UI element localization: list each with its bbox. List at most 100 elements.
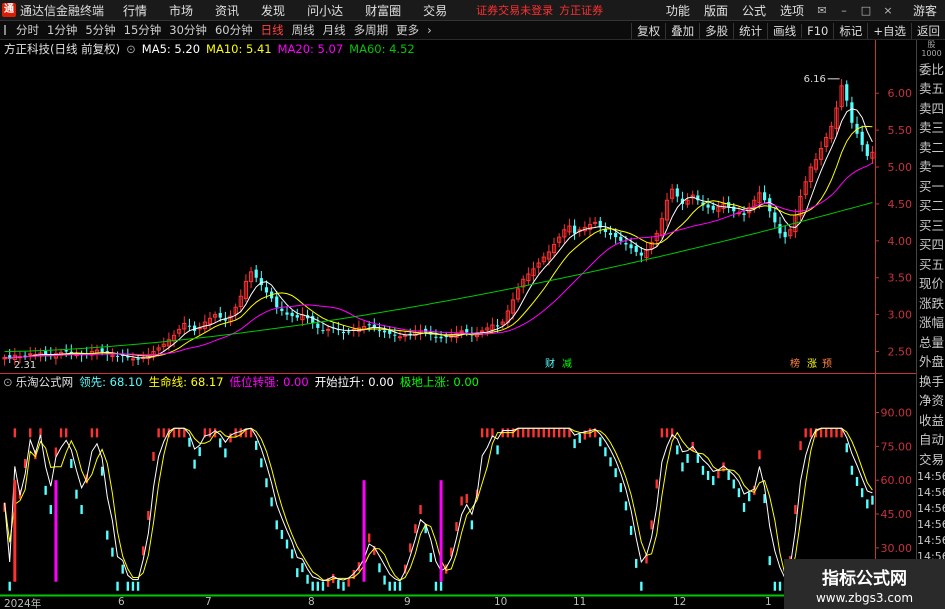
panel-item[interactable]: 现价 — [917, 274, 945, 294]
kline-chart[interactable]: 6.00 5.50 5.00 4.50 4.00 3.50 3.00 2.50 90.00 75.… — [0, 40, 916, 609]
period-60min[interactable]: 60分钟 — [211, 22, 257, 38]
candle-body — [639, 252, 643, 256]
stock-name[interactable]: 方正科技(日线 前复权) — [4, 41, 120, 57]
candle-body — [290, 312, 294, 317]
panel-item[interactable]: 卖二 — [917, 138, 945, 158]
y-tick-label: 3.00 — [888, 309, 913, 322]
guest-user[interactable]: 游客 — [913, 2, 937, 19]
x-label: 10 — [494, 596, 508, 608]
watermark-title: 指标公式网 — [822, 569, 907, 589]
candle-body — [778, 224, 782, 234]
settings-icon[interactable]: ⊙ — [126, 42, 136, 56]
tool-multi-stock[interactable]: 多股 — [699, 22, 733, 39]
settings-icon[interactable]: ⊙ — [3, 375, 13, 389]
tool-stats[interactable]: 统计 — [733, 22, 767, 39]
event-marker: 财 — [545, 357, 555, 370]
period-more[interactable]: 更多 — [392, 22, 423, 38]
tool-add-watchlist[interactable]: +自选 — [867, 22, 911, 39]
tool-f10[interactable]: F10 — [801, 23, 833, 38]
panel-item[interactable]: 卖五 — [917, 79, 945, 99]
panel-item[interactable]: 外盘 — [917, 352, 945, 372]
panel-item[interactable]: 买二 — [917, 196, 945, 216]
panel-time: 14:56 — [917, 486, 945, 499]
tool-adjust[interactable]: 复权 — [631, 22, 665, 39]
low-price-label: 2.31 — [14, 360, 36, 371]
tool-draw[interactable]: 画线 — [767, 22, 801, 39]
menu-news[interactable]: 资讯 — [204, 2, 250, 19]
minimize-icon[interactable]: – — [836, 4, 852, 18]
period-1min[interactable]: 1分钟 — [43, 22, 81, 38]
panel-time: 14:56 — [917, 502, 945, 515]
candle-body — [367, 324, 371, 326]
x-label: 9 — [404, 596, 411, 608]
panel-item[interactable]: 卖四 — [917, 99, 945, 119]
period-multi[interactable]: 多周期 — [350, 22, 393, 38]
panel-item[interactable]: 买四 — [917, 235, 945, 255]
close-icon[interactable]: × — [880, 4, 896, 18]
menu-function[interactable]: 功能 — [659, 2, 697, 19]
panel-item[interactable]: 买五 — [917, 255, 945, 275]
tool-overlay[interactable]: 叠加 — [665, 22, 699, 39]
tool-back[interactable]: 返回 — [911, 22, 945, 39]
candle-body — [64, 350, 68, 352]
period-daily[interactable]: 日线 — [257, 22, 288, 38]
panel-item[interactable]: 换手 — [917, 372, 945, 392]
panel-item[interactable]: 涨幅 — [917, 313, 945, 333]
period-toolbar: 分时 1分钟 5分钟 15分钟 30分钟 60分钟 日线 周线 月线 多周期 更… — [0, 21, 945, 40]
candle-body — [762, 192, 767, 201]
panel-item[interactable]: 总量 — [917, 333, 945, 353]
period-5min[interactable]: 5分钟 — [81, 22, 119, 38]
candle-body — [316, 323, 320, 328]
menu-layout[interactable]: 版面 — [697, 2, 735, 19]
panel-item[interactable]: 交易 — [917, 450, 945, 470]
event-marker: 预 — [822, 358, 832, 370]
panel-item[interactable]: 卖一 — [917, 157, 945, 177]
signal-bar — [13, 480, 17, 582]
panel-item[interactable]: 买三 — [917, 216, 945, 236]
panel-item[interactable]: 净资 — [917, 391, 945, 411]
trade-login-notice[interactable]: 证券交易未登录 — [476, 2, 553, 18]
app-logo-icon: 通 — [2, 3, 16, 17]
panel-item[interactable]: 收益 — [917, 411, 945, 431]
candle-body — [321, 330, 325, 332]
candle-body — [403, 334, 408, 337]
candle-body — [136, 358, 140, 360]
period-15min[interactable]: 15分钟 — [120, 22, 166, 38]
menu-discover[interactable]: 发现 — [250, 2, 296, 19]
candle-body — [624, 243, 628, 245]
panel-item[interactable]: 卖三 — [917, 118, 945, 138]
maximize-icon[interactable]: □ — [858, 4, 874, 18]
panel-item[interactable]: 买一 — [917, 177, 945, 197]
low-turn-value: 低位转强: 0.00 — [229, 374, 309, 389]
envelope-icon[interactable]: ✉ — [814, 4, 830, 18]
tool-mark[interactable]: 标记 — [833, 22, 867, 39]
candle-body — [434, 336, 438, 338]
panel-item[interactable]: 自动 — [917, 430, 945, 450]
broker-name[interactable]: 方正证券 — [559, 2, 603, 18]
panel-time: 14:56 — [917, 518, 945, 531]
right-info-panel: 股 1000 委比 卖五 卖四 卖三 卖二 卖一 买一 买二 买三 买四 买五 现价 涨跌 涨幅 总量 外盘换… — [916, 40, 945, 609]
event-marker: 涨 — [807, 358, 817, 370]
chart-tools: 复权 叠加 多股 统计 画线 F10 标记 +自选 返回 — [631, 21, 945, 40]
menu-quotes[interactable]: 行情 — [112, 2, 158, 19]
period-30min[interactable]: 30分钟 — [165, 22, 211, 38]
sub-indicator-name[interactable]: 乐淘公式网 — [16, 374, 74, 390]
candle-body — [850, 102, 854, 123]
period-weekly[interactable]: 周线 — [288, 22, 319, 38]
panel-time: 14:56 — [917, 534, 945, 547]
panel-item[interactable]: 涨跌 — [917, 294, 945, 314]
menu-formula[interactable]: 公式 — [735, 2, 773, 19]
sub-y-tick-label: 45.00 — [881, 508, 913, 521]
candle-body — [706, 204, 710, 208]
menu-wealth[interactable]: 财富圈 — [354, 2, 412, 19]
menu-trade[interactable]: 交易 — [412, 2, 458, 19]
menu-market[interactable]: 市场 — [158, 2, 204, 19]
x-label: 8 — [308, 596, 315, 608]
panel-item[interactable]: 委比 — [917, 60, 945, 80]
lead-value: 领先: 68.10 — [79, 374, 143, 389]
chevron-right-icon[interactable]: › — [423, 23, 436, 37]
period-monthly[interactable]: 月线 — [319, 22, 350, 38]
menu-options[interactable]: 选项 — [773, 2, 811, 19]
period-intraday[interactable]: 分时 — [12, 22, 43, 38]
menu-ask[interactable]: 问小达 — [296, 2, 354, 19]
